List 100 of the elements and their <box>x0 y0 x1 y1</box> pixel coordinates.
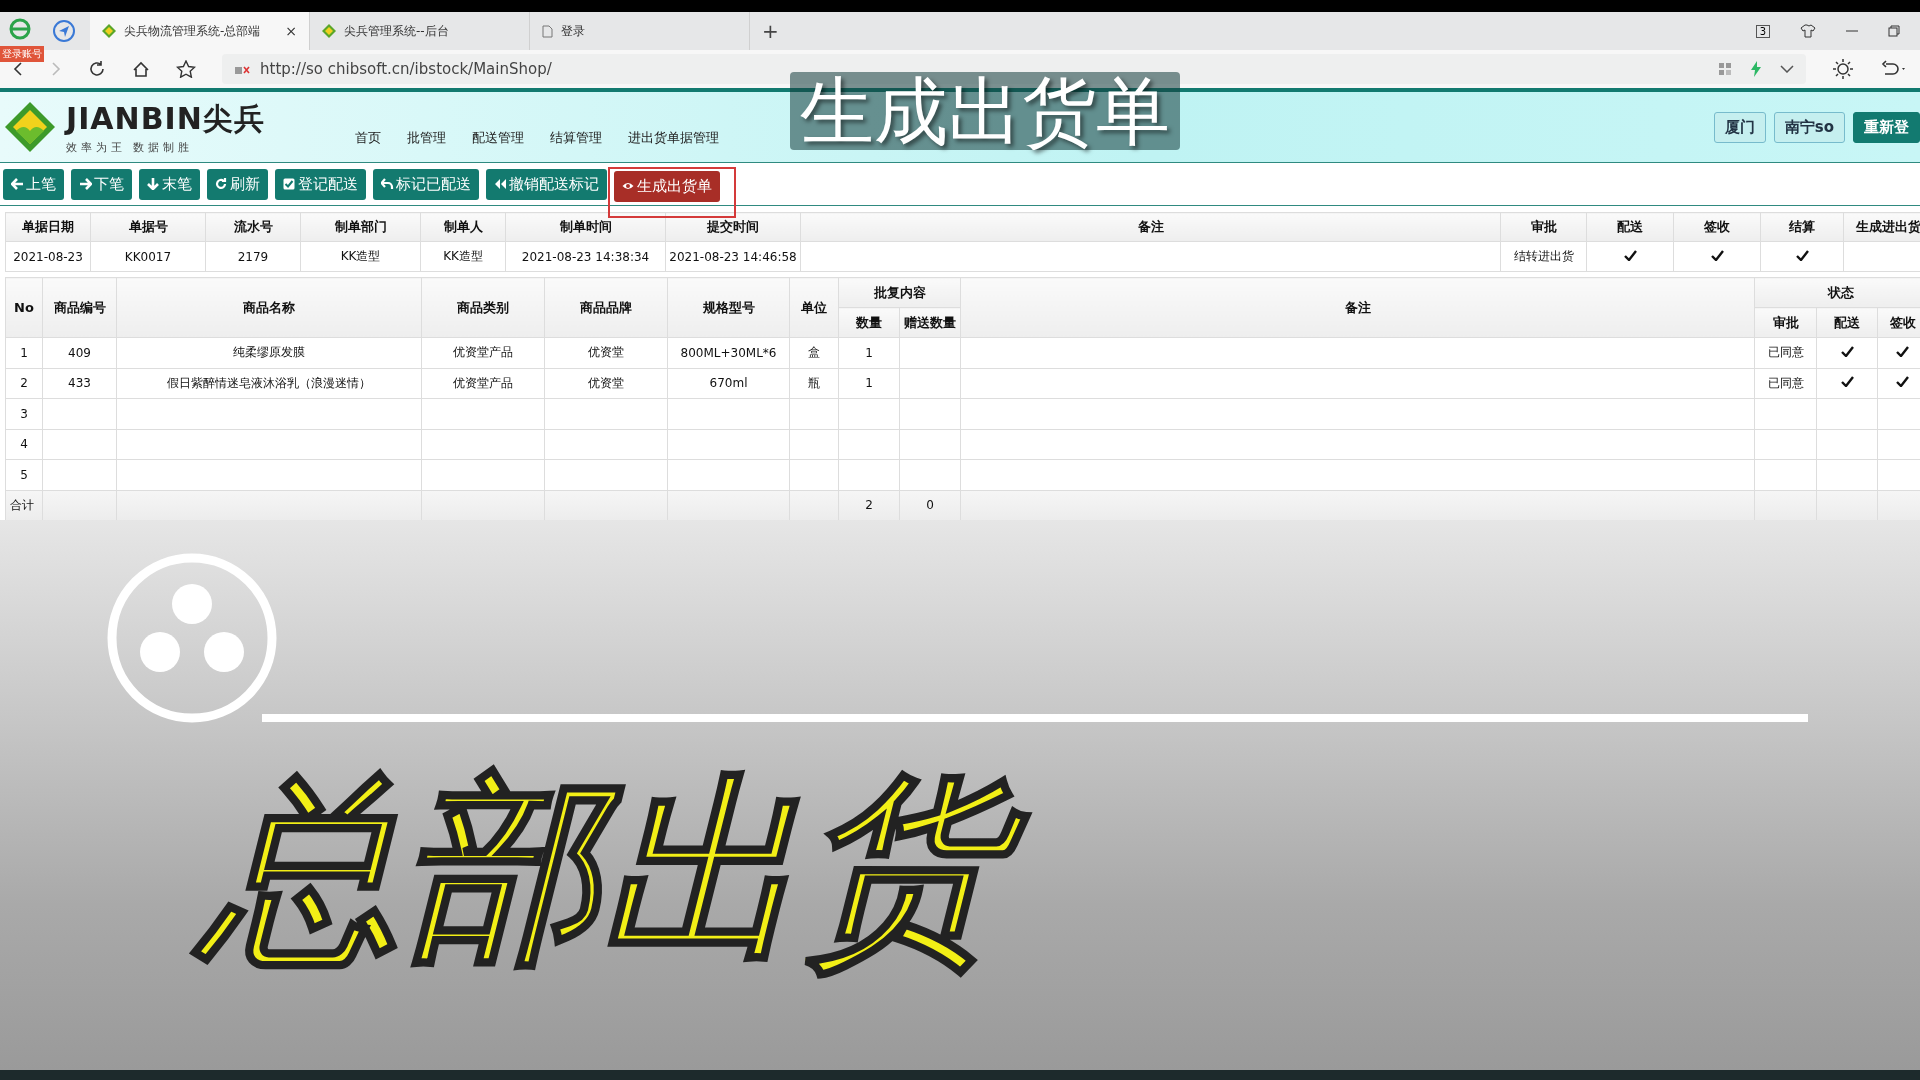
toolbar-button[interactable]: 刷新 <box>207 168 268 200</box>
column-header: 状态 <box>1754 277 1920 308</box>
circle-emblem-icon <box>106 552 278 724</box>
navigation-icon[interactable] <box>52 19 76 43</box>
nav-link[interactable]: 配送管理 <box>471 129 524 147</box>
table-cell: 1 <box>838 337 900 368</box>
eye-icon <box>622 180 635 192</box>
table-cell: 优资堂 <box>544 337 668 368</box>
logo-slogan: 效率为王 数据制胜 <box>66 140 195 155</box>
column-header: 单据日期 <box>5 212 91 242</box>
shirt-icon[interactable] <box>1800 24 1816 38</box>
table-cell: 优资堂产品 <box>421 337 545 368</box>
table-cell: 2179 <box>205 241 301 272</box>
column-header: 赠送数量 <box>899 307 961 338</box>
table-cell: 结转进出货 <box>1500 241 1587 272</box>
table-cell: KK造型 <box>300 241 421 272</box>
restore-icon[interactable] <box>1888 25 1900 37</box>
column-header: 审批 <box>1500 212 1587 242</box>
arrow-left-icon <box>11 178 24 190</box>
undo-icon[interactable] <box>1880 60 1908 78</box>
table-cell: 优资堂产品 <box>421 368 545 399</box>
back-icon[interactable] <box>12 61 24 77</box>
header-button[interactable]: 南宁so <box>1773 111 1845 143</box>
reload-icon[interactable] <box>88 60 106 78</box>
column-header: 批复内容 <box>838 277 961 308</box>
column-header: 备注 <box>800 212 1501 242</box>
nav-link[interactable]: 结算管理 <box>549 129 602 147</box>
table-cell: 800ML+30ML*6 <box>667 337 790 368</box>
column-header: 提交时间 <box>665 212 801 242</box>
column-header: 单据号 <box>90 212 206 242</box>
toolbar-button[interactable]: 末笔 <box>139 168 200 200</box>
nav-link[interactable]: 批管理 <box>406 129 446 147</box>
column-header: 商品品牌 <box>544 277 668 338</box>
browser-tab[interactable]: 尖兵物流管理系统-总部端 × <box>90 12 310 50</box>
column-header: 配送 <box>1586 212 1674 242</box>
arrow-down-icon <box>147 178 160 190</box>
reply-arrow-icon <box>381 178 394 190</box>
logo-text: JIANBIN尖兵 <box>66 100 265 138</box>
page-icon <box>542 24 553 38</box>
column-header: 备注 <box>960 277 1755 338</box>
table-cell: 2021-08-23 14:46:58 <box>665 241 801 272</box>
table-cell: 4 <box>5 429 43 460</box>
header-button[interactable]: 重新登 <box>1853 111 1920 143</box>
arrow-right-icon <box>79 178 92 190</box>
table-cell: 瓶 <box>789 368 839 399</box>
table-cell: 2 <box>5 368 43 399</box>
star-icon[interactable] <box>176 60 196 78</box>
table-cell: 纯柔缪原发膜 <box>116 337 422 368</box>
nav-link[interactable]: 进出货单据管理 <box>627 129 719 147</box>
table-cell: 假日紫醉情迷皂液沐浴乳（浪漫迷情） <box>116 368 422 399</box>
column-header: 结算 <box>1760 212 1844 242</box>
table-cell: 盒 <box>789 337 839 368</box>
toolbar-button[interactable]: 上笔 <box>3 168 64 200</box>
chevron-down-icon[interactable] <box>1780 65 1794 73</box>
checkbox-icon <box>283 178 296 190</box>
column-header: 制单部门 <box>300 212 421 242</box>
column-header: No <box>5 277 43 338</box>
column-header: 商品类别 <box>421 277 545 338</box>
tab-count[interactable]: 3 <box>1755 24 1770 38</box>
diamond-logo-icon <box>322 24 336 38</box>
column-header: 单位 <box>789 277 839 338</box>
table-cell: 已同意 <box>1754 337 1817 368</box>
column-header: 商品名称 <box>116 277 422 338</box>
toolbar-button[interactable]: 标记已配送 <box>373 168 479 200</box>
table-cell: 433 <box>42 368 117 399</box>
column-header: 规格型号 <box>667 277 790 338</box>
caption-text: 生成出货单 <box>790 72 1180 150</box>
logo-icon <box>4 101 56 153</box>
column-header: 配送 <box>1816 307 1878 338</box>
toolbar-button[interactable]: 生成出货单 <box>614 170 720 202</box>
table-cell: 优资堂 <box>544 368 668 399</box>
table-cell: 1 <box>838 368 900 399</box>
brightness-icon[interactable] <box>1832 58 1854 80</box>
header-button[interactable]: 厦门 <box>1713 111 1766 143</box>
column-header: 制单人 <box>420 212 506 242</box>
column-header: 数量 <box>838 307 900 338</box>
table-cell: 3 <box>5 398 43 429</box>
table-cell: KK造型 <box>420 241 506 272</box>
column-header: 签收 <box>1673 212 1761 242</box>
column-header: 制单时间 <box>505 212 666 242</box>
table-cell: 已同意 <box>1754 368 1817 399</box>
caption-title: 总部出货 <box>180 760 1060 980</box>
login-badge: 登录账号 <box>0 46 44 62</box>
table-cell: 1 <box>5 337 43 368</box>
table-cell: KK0017 <box>90 241 206 272</box>
home-icon[interactable] <box>132 61 150 77</box>
column-header: 流水号 <box>205 212 301 242</box>
close-tab-button[interactable]: × <box>285 23 297 39</box>
nav-link[interactable]: 首页 <box>354 129 381 147</box>
table-cell: 409 <box>42 337 117 368</box>
column-header: 商品编号 <box>42 277 117 338</box>
table-cell: 2021-08-23 14:38:34 <box>505 241 666 272</box>
double-left-icon <box>494 178 507 190</box>
table-cell: 670ml <box>667 368 790 399</box>
toolbar-button[interactable]: 撤销配送标记 <box>486 168 607 200</box>
table-cell: 2021-08-23 <box>5 241 91 272</box>
toolbar-button[interactable]: 下笔 <box>71 168 132 200</box>
toolbar-button[interactable]: 登记配送 <box>275 168 366 200</box>
new-tab-button[interactable]: + <box>762 19 779 43</box>
table-cell: 5 <box>5 459 43 490</box>
